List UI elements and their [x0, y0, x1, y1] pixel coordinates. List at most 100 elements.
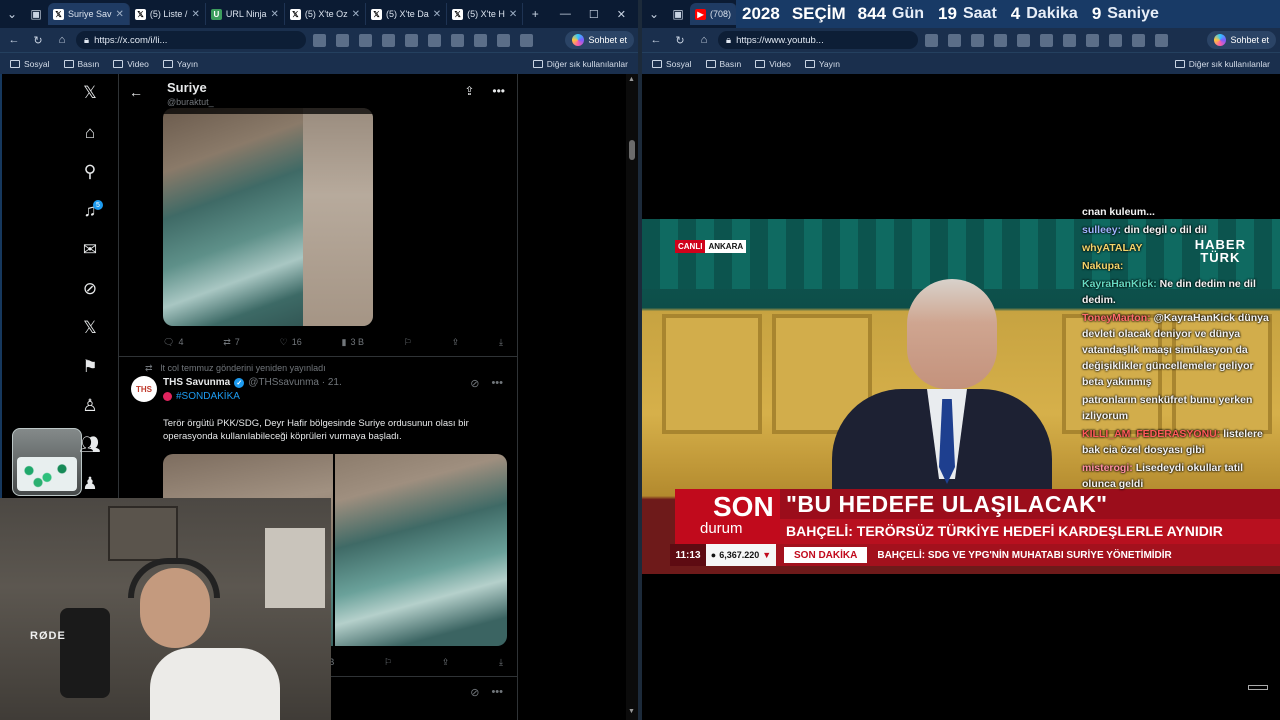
extension-icon[interactable] — [497, 33, 510, 47]
repost-note[interactable]: lt col temmuz gönderini yeniden yayınlad… — [161, 363, 326, 374]
bookmarks-icon[interactable]: ⚑ — [70, 352, 110, 382]
hashtag-link[interactable]: #SONDAKİKA — [163, 391, 240, 402]
premium-icon[interactable]: 𝕏 — [70, 313, 110, 343]
extension-icon[interactable] — [359, 33, 372, 47]
extension-icon[interactable] — [1063, 33, 1076, 47]
grok-icon[interactable]: ⊘ — [70, 274, 110, 304]
close-window-icon[interactable]: ✕ — [617, 8, 626, 21]
extension-icon[interactable] — [925, 33, 938, 47]
reply-button[interactable]: 🗨︎ 4 — [163, 337, 183, 348]
close-tab-icon[interactable]: ✕ — [271, 9, 279, 20]
x-logo-icon[interactable]: 𝕏 — [70, 78, 110, 108]
close-tab-icon[interactable]: ✕ — [509, 9, 517, 20]
notifications-icon[interactable]: ♫ 5 — [70, 196, 110, 226]
download-button[interactable]: ⤓ — [499, 657, 503, 668]
extension-icon[interactable] — [1155, 33, 1168, 47]
more-icon[interactable]: ••• — [492, 84, 505, 98]
grok-icon[interactable]: ⊘ — [470, 377, 479, 390]
extension-icon[interactable] — [971, 33, 984, 47]
bookmark-button[interactable]: ⚐ — [384, 657, 392, 668]
refresh-icon[interactable]: ↻ — [670, 30, 690, 50]
tab-x-h[interactable]: 𝕏 (5) X'te H ✕ — [447, 3, 524, 25]
tab-liste[interactable]: 𝕏 (5) Liste / ✕ — [130, 3, 206, 25]
extension-icon[interactable] — [1086, 33, 1099, 47]
views-button[interactable]: ▮3 B — [342, 337, 364, 348]
address-bar[interactable]: 🔒︎ https://x.com/i/li... — [76, 31, 306, 49]
post-image-2[interactable] — [335, 454, 507, 646]
avatar[interactable]: THS — [131, 376, 157, 402]
extension-icon[interactable] — [520, 33, 533, 47]
tab-x-oz[interactable]: 𝕏 (5) X'te Oz ✕ — [285, 3, 367, 25]
extension-icon[interactable] — [1132, 33, 1145, 47]
other-bookmarks[interactable]: Diğer sık kullanılanlar — [1174, 59, 1270, 69]
extension-icon[interactable] — [1040, 33, 1053, 47]
tab-menu-icon[interactable]: ⌄ — [0, 2, 24, 26]
refresh-icon[interactable]: ↻ — [28, 30, 48, 50]
bookmark-folder[interactable]: Video — [755, 59, 791, 69]
new-tab-icon[interactable]: + — [523, 2, 547, 26]
extension-icon[interactable] — [451, 33, 464, 47]
post-author[interactable]: THS Savunma ✓ @THSsavunma · 21. — [163, 377, 342, 388]
scrollbar[interactable]: ▲ ▼ — [626, 74, 638, 720]
more-icon[interactable]: ••• — [491, 377, 503, 390]
scroll-up-icon[interactable]: ▲ — [628, 76, 635, 83]
back-icon[interactable]: ← — [4, 30, 24, 50]
download-button[interactable]: ⤓ — [499, 337, 503, 348]
extension-icon[interactable] — [313, 33, 326, 47]
bookmark-folder[interactable]: Basın — [705, 58, 742, 69]
minimize-icon[interactable]: — — [560, 8, 571, 21]
address-bar[interactable]: 🔒︎ https://www.youtub... — [718, 31, 918, 49]
bookmark-button[interactable]: ⚐ — [404, 337, 412, 348]
bookmark-folder[interactable]: Yayın — [162, 59, 198, 69]
jobs-icon[interactable]: ♙ — [70, 391, 110, 421]
other-bookmarks[interactable]: Diğer sık kullanılanlar — [532, 59, 628, 69]
share-button[interactable]: ⇪ — [442, 657, 450, 668]
tab-youtube[interactable]: ▶ (708) — [690, 3, 738, 25]
extension-icon[interactable] — [428, 33, 441, 47]
youtube-player[interactable]: CANLI ANKARA HABER TÜRK SON durum "BU HEDEF… — [642, 74, 1280, 720]
home-icon[interactable]: ⌂ — [52, 30, 72, 50]
bookmark-folder[interactable]: Sosyal — [652, 59, 692, 69]
workspaces-icon[interactable]: ▣ — [24, 2, 48, 26]
bookmark-folder[interactable]: Sosyal — [10, 59, 50, 69]
extension-icon[interactable] — [1017, 33, 1030, 47]
search-icon[interactable]: ⚲ — [70, 157, 110, 187]
grok-icon[interactable]: ⊘ — [470, 686, 479, 699]
home-icon[interactable]: ⌂ — [694, 30, 714, 50]
post-video-thumbnail[interactable] — [163, 108, 373, 326]
close-tab-icon[interactable]: ✕ — [433, 9, 441, 20]
share-icon[interactable]: ⇪ — [464, 84, 474, 98]
bookmark-label: Basın — [719, 58, 742, 69]
messages-icon[interactable]: ✉ — [70, 235, 110, 265]
extension-icon[interactable] — [382, 33, 395, 47]
workspaces-icon[interactable]: ▣ — [666, 2, 690, 26]
like-button[interactable]: ♡ 16 — [280, 337, 302, 348]
copilot-chat-button[interactable]: Sohbet et — [565, 31, 634, 49]
copilot-chat-button[interactable]: Sohbet et — [1207, 31, 1276, 49]
close-tab-icon[interactable]: ✕ — [352, 9, 360, 20]
extension-icon[interactable] — [336, 33, 349, 47]
share-button[interactable]: ⇪ — [452, 337, 460, 348]
bookmark-folder[interactable]: Basın — [63, 59, 99, 69]
more-icon[interactable]: ••• — [491, 686, 503, 699]
extension-icon[interactable] — [948, 33, 961, 47]
back-icon[interactable]: ← — [646, 30, 666, 50]
extension-icon[interactable] — [474, 33, 487, 47]
tab-suriye[interactable]: 𝕏 Suriye Sav ✕ — [48, 3, 130, 25]
tab-url-ninja[interactable]: U URL Ninja ✕ — [206, 3, 285, 25]
extension-icon[interactable] — [1109, 33, 1122, 47]
tab-menu-icon[interactable]: ⌄ — [642, 2, 666, 26]
maximize-icon[interactable]: ☐ — [589, 8, 599, 21]
scroll-down-icon[interactable]: ▼ — [628, 708, 635, 715]
repost-button[interactable]: ⇄ 7 — [223, 337, 240, 348]
close-tab-icon[interactable]: ✕ — [116, 9, 124, 20]
tab-x-da[interactable]: 𝕏 (5) X'te Da ✕ — [366, 3, 448, 25]
extension-icon[interactable] — [405, 33, 418, 47]
bookmark-folder[interactable]: Yayın — [804, 59, 840, 69]
home-icon[interactable]: ⌂ — [70, 118, 110, 148]
close-tab-icon[interactable]: ✕ — [191, 9, 199, 20]
bookmark-folder[interactable]: Video — [113, 59, 149, 69]
extension-icon[interactable] — [994, 33, 1007, 47]
back-arrow-icon[interactable]: ← — [129, 84, 143, 100]
scrollbar-thumb[interactable] — [629, 140, 635, 160]
